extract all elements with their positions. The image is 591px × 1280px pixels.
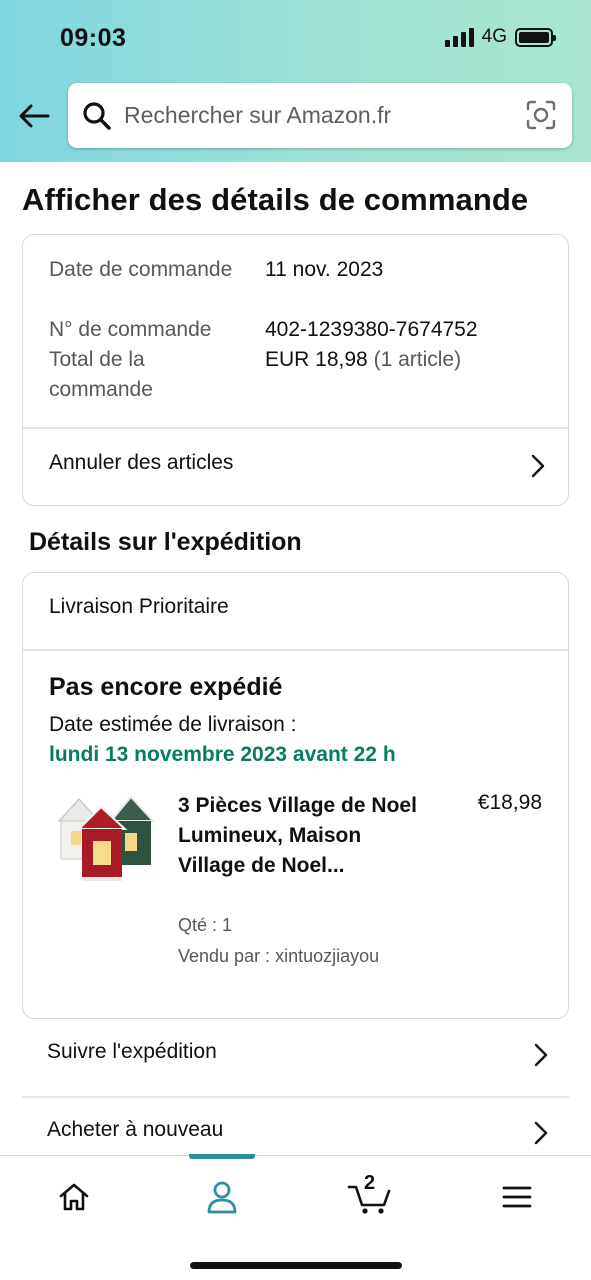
bottom-nav: 2 bbox=[0, 1154, 591, 1280]
chevron-right-icon bbox=[534, 1121, 548, 1145]
account-icon bbox=[207, 1181, 237, 1214]
buy-again-label: Acheter à nouveau bbox=[47, 1118, 224, 1141]
order-total-amount: EUR 18,98 bbox=[265, 348, 368, 371]
product-price: €18,98 bbox=[477, 791, 542, 814]
status-indicators: 4G bbox=[444, 26, 556, 48]
search-bar[interactable] bbox=[68, 83, 572, 148]
eta-label: Date estimée de livraison : bbox=[49, 713, 297, 736]
order-number-value: 402-1239380-7674752 bbox=[265, 318, 478, 341]
cart-count-badge: 2 bbox=[364, 1172, 376, 1194]
product-image[interactable] bbox=[49, 793, 157, 893]
order-total-items: (1 article) bbox=[373, 348, 462, 371]
shipment-card: Livraison Prioritaire Pas encore expédié… bbox=[22, 572, 569, 1019]
nav-account[interactable] bbox=[192, 1172, 252, 1222]
status-time: 09:03 bbox=[60, 24, 127, 52]
search-icon bbox=[83, 102, 111, 130]
order-number-label: N° de commande bbox=[49, 318, 212, 341]
cancel-items-link[interactable]: Annuler des articles bbox=[23, 429, 568, 505]
header: 09:03 4G bbox=[0, 0, 591, 162]
home-icon bbox=[59, 1183, 89, 1211]
product-title[interactable]: 3 Pièces Village de Noel Lumineux, Maiso… bbox=[178, 791, 418, 881]
search-input[interactable] bbox=[124, 95, 514, 135]
home-indicator bbox=[190, 1262, 402, 1269]
order-summary-card: Date de commande 11 nov. 2023 N° de comm… bbox=[22, 234, 569, 506]
nav-home[interactable] bbox=[44, 1172, 104, 1222]
signal-icon bbox=[444, 27, 474, 47]
nav-menu[interactable] bbox=[487, 1172, 547, 1222]
eta-date: lundi 13 novembre 2023 avant 22 h bbox=[49, 743, 396, 766]
arrow-left-icon bbox=[19, 104, 50, 128]
track-shipment-label: Suivre l'expédition bbox=[47, 1040, 217, 1063]
track-shipment-link[interactable]: Suivre l'expédition bbox=[22, 1018, 569, 1094]
divider bbox=[23, 649, 568, 651]
cancel-items-label: Annuler des articles bbox=[49, 451, 234, 474]
order-total-label: Total de la commande bbox=[49, 348, 153, 401]
chevron-right-icon bbox=[531, 454, 545, 478]
shipping-section-title: Détails sur l'expédition bbox=[29, 528, 302, 556]
product-quantity: Qté : 1 bbox=[178, 915, 233, 935]
chevron-right-icon bbox=[534, 1043, 548, 1067]
page-title: Afficher des détails de commande bbox=[22, 182, 529, 217]
battery-icon bbox=[515, 27, 556, 47]
shipping-method: Livraison Prioritaire bbox=[49, 595, 229, 618]
shipment-status: Pas encore expédié bbox=[49, 673, 283, 701]
order-total-value: EUR 18,98 (1 article) bbox=[265, 345, 461, 375]
network-type: 4G bbox=[481, 26, 507, 47]
active-tab-indicator bbox=[189, 1154, 255, 1159]
back-button[interactable] bbox=[16, 98, 52, 134]
order-date-value: 11 nov. 2023 bbox=[265, 258, 384, 281]
menu-icon bbox=[502, 1186, 532, 1208]
camera-scan-icon[interactable] bbox=[526, 100, 556, 130]
order-date-label: Date de commande bbox=[49, 258, 233, 281]
product-seller: Vendu par : xintuozjiayou bbox=[178, 946, 380, 966]
